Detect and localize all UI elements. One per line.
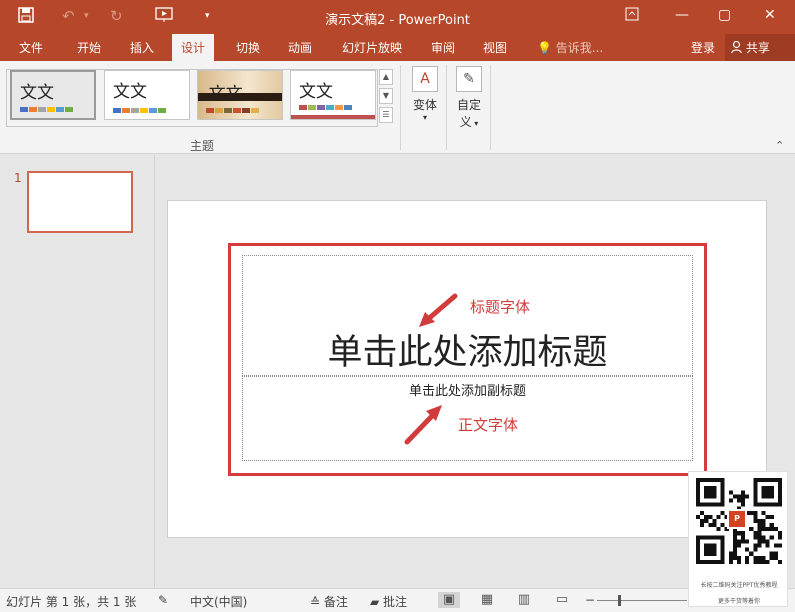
variants-label: 变体 xyxy=(412,98,437,112)
slide-sorter-icon[interactable]: ▦ xyxy=(476,592,498,608)
qr-caption-1: 长按二维码关注PPT优秀教程 xyxy=(700,582,778,589)
arrow-icon xyxy=(419,293,458,327)
slideshow-view-icon[interactable]: ▭ xyxy=(551,592,573,608)
theme-2[interactable]: 文文 xyxy=(104,70,190,120)
annotation-body-font: 正文字体 xyxy=(458,416,519,434)
notes-button[interactable]: ≙ 备注 xyxy=(310,593,348,610)
themes-group-label: 主题 xyxy=(190,139,215,153)
qr-code-card: P 长按二维码关注PPT优秀教程 更多干货等着你 xyxy=(688,471,788,607)
normal-view-icon[interactable]: ▣ xyxy=(438,592,460,608)
group-divider xyxy=(400,65,401,150)
comments-button[interactable]: ▰ 批注 xyxy=(370,593,407,610)
customize-label-2: 义 xyxy=(459,115,472,129)
tab-review[interactable]: 审阅 xyxy=(431,39,455,56)
zoom-slider-handle[interactable] xyxy=(618,595,621,606)
share-button[interactable]: 共享 xyxy=(725,34,795,61)
comment-icon: ▰ xyxy=(370,595,384,609)
share-label: 共享 xyxy=(745,41,770,55)
spell-check-icon[interactable]: ✎ xyxy=(158,593,168,607)
theme-swatches xyxy=(113,108,167,113)
collapse-ribbon-icon[interactable]: ⌃ xyxy=(775,139,784,152)
tab-file[interactable]: 文件 xyxy=(19,39,43,56)
customize-icon: ✎ xyxy=(456,66,482,92)
customize-label-1: 自定 xyxy=(456,98,481,112)
tab-design[interactable]: 设计 xyxy=(172,34,215,61)
gallery-scroll-down-icon[interactable]: ▼ xyxy=(379,88,393,104)
arrow-icon xyxy=(404,405,442,445)
chevron-down-icon: ▾ xyxy=(422,113,427,122)
comments-label: 批注 xyxy=(383,595,408,609)
theme-preview-text: 文文 xyxy=(299,82,333,102)
theme-preview-text: 文文 xyxy=(206,84,240,104)
customize-button[interactable]: ✎ 自定 义 ▾ xyxy=(452,66,486,130)
tab-home[interactable]: 开始 xyxy=(77,39,101,56)
title-placeholder-text: 单击此处添加标题 xyxy=(327,333,608,373)
user-icon xyxy=(731,40,746,55)
gallery-scroll-up-icon[interactable]: ▲ xyxy=(379,69,393,85)
tab-transitions[interactable]: 切换 xyxy=(236,39,260,56)
reading-view-icon[interactable]: ▥ xyxy=(513,592,535,608)
group-divider xyxy=(490,65,491,150)
subtitle-placeholder-text: 单击此处添加副标题 xyxy=(408,384,526,399)
annotation-title-font: 标题字体 xyxy=(470,298,531,316)
signin-link[interactable]: 登录 xyxy=(691,39,715,56)
theme-swatches xyxy=(20,107,74,112)
slide-thumbnail-pane: 1 xyxy=(0,155,155,588)
theme-3[interactable]: 文文 xyxy=(197,70,283,120)
gallery-more-icon[interactable]: ☰ xyxy=(379,107,393,123)
variants-icon: A xyxy=(412,66,438,92)
theme-preview-text: 文文 xyxy=(20,83,54,103)
theme-office[interactable]: 文文 xyxy=(10,70,96,120)
title-bar: ↶ ▾ ↻ ▾ 演示文稿2 - PowerPoint — ▢ ✕ xyxy=(0,0,795,34)
language-status[interactable]: 中文(中国) xyxy=(190,593,247,610)
notes-icon: ≙ xyxy=(310,595,324,609)
ribbon-display-options-icon[interactable] xyxy=(625,7,639,25)
tab-insert[interactable]: 插入 xyxy=(130,39,154,56)
notes-label: 备注 xyxy=(323,595,348,609)
theme-band xyxy=(291,115,375,119)
theme-swatches xyxy=(206,108,260,113)
status-bar: 幻灯片 第 1 张，共 1 张 ✎ 中文(中国) ≙ 备注 ▰ 批注 ▣ ▦ ▥… xyxy=(0,588,795,612)
theme-swatches xyxy=(299,105,353,110)
tab-animations[interactable]: 动画 xyxy=(288,39,312,56)
group-divider xyxy=(446,65,447,150)
tab-slideshow[interactable]: 幻灯片放映 xyxy=(342,39,402,56)
chevron-down-icon: ▾ xyxy=(471,119,479,128)
zoom-out-icon[interactable]: − xyxy=(585,593,595,607)
minimize-icon[interactable]: — xyxy=(675,7,689,23)
office-logo-icon: P xyxy=(727,509,747,529)
tell-me-text: 告诉我... xyxy=(555,41,604,55)
slide-number: 1 xyxy=(14,171,22,185)
slide-info: 幻灯片 第 1 张，共 1 张 xyxy=(6,595,137,609)
slide-thumbnail[interactable] xyxy=(27,171,133,233)
lightbulb-icon: 💡 xyxy=(537,41,552,55)
restore-icon[interactable]: ▢ xyxy=(718,7,731,23)
ribbon-design: 文文 文文 文文 文文 ▲ ▼ ☰ 主题 A 变体 ▾ ✎ 自定 义 ▾ ⌃ xyxy=(0,61,795,154)
tell-me-box[interactable]: 💡 告诉我... xyxy=(537,39,603,56)
theme-4[interactable]: 文文 xyxy=(290,70,376,120)
close-icon[interactable]: ✕ xyxy=(764,7,776,23)
tab-view[interactable]: 视图 xyxy=(483,39,507,56)
variants-button[interactable]: A 变体 ▾ xyxy=(408,66,442,122)
zoom-slider[interactable] xyxy=(597,600,687,601)
ribbon-tabs: 文件 开始 插入 设计 切换 动画 幻灯片放映 审阅 视图 💡 告诉我... 登… xyxy=(0,34,795,61)
qr-caption-2: 更多干货等着你 xyxy=(717,598,760,605)
theme-preview-text: 文文 xyxy=(113,82,147,102)
